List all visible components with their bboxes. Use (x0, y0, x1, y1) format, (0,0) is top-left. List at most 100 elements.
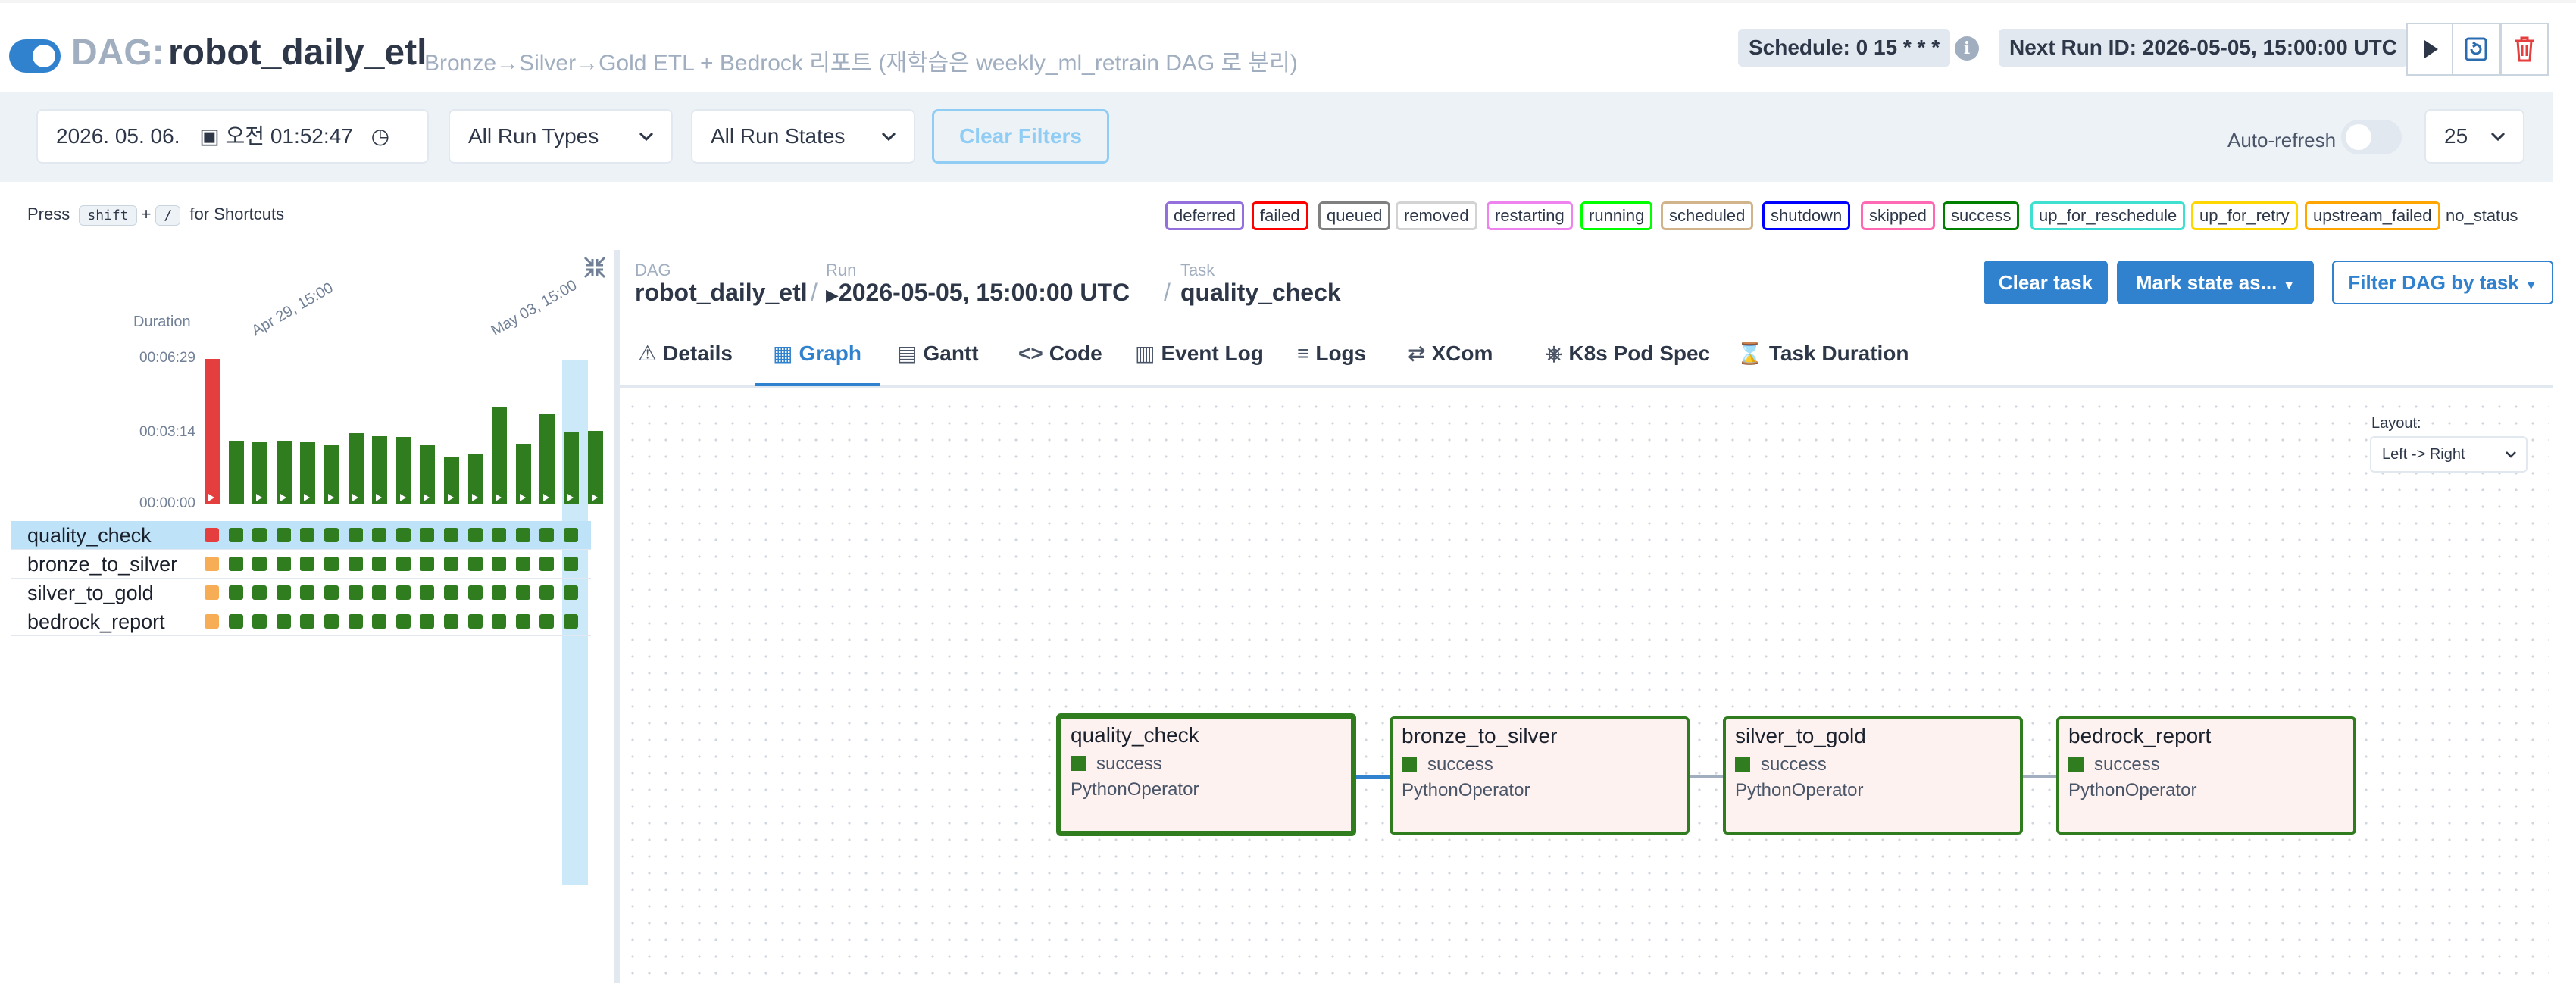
task-row-quality-check[interactable]: quality_check (11, 521, 591, 550)
task-instance-cell[interactable] (277, 614, 291, 629)
task-instance-cell[interactable] (349, 585, 363, 600)
tab-details[interactable]: ⚠ Details (638, 336, 733, 386)
task-instance-cell[interactable] (492, 614, 506, 629)
duration-bar[interactable] (324, 445, 339, 504)
task-instance-cell[interactable] (205, 557, 219, 571)
duration-bar[interactable] (468, 454, 483, 504)
task-instance-cell[interactable] (468, 528, 483, 542)
reparse-dag-button[interactable] (2452, 23, 2500, 76)
task-instance-cell[interactable] (324, 528, 339, 542)
task-instance-cell[interactable] (252, 528, 267, 542)
task-row-bedrock-report[interactable]: bedrock_report (11, 607, 591, 636)
mark-state-button[interactable]: Mark state as... ▼ (2117, 261, 2314, 304)
run-state-select[interactable]: All Run States (691, 109, 915, 164)
task-instance-cell[interactable] (492, 528, 506, 542)
dag-pause-toggle[interactable] (9, 39, 61, 73)
auto-refresh-switch[interactable] (2341, 120, 2402, 154)
task-instance-cell[interactable] (277, 585, 291, 600)
task-row-bronze-to-silver[interactable]: bronze_to_silver (11, 550, 591, 579)
duration-bar[interactable] (444, 457, 459, 504)
duration-bar[interactable] (588, 431, 603, 504)
duration-bar[interactable] (396, 437, 411, 504)
task-instance-cell[interactable] (372, 557, 386, 571)
task-instance-cell[interactable] (229, 585, 243, 600)
trigger-dag-button[interactable] (2406, 23, 2455, 76)
task-instance-cell[interactable] (300, 585, 314, 600)
duration-bar[interactable] (349, 433, 364, 504)
clear-filters-button[interactable]: Clear Filters (932, 109, 1109, 164)
task-instance-cell[interactable] (205, 585, 219, 600)
task-instance-cell[interactable] (229, 528, 243, 542)
task-instance-cell[interactable] (277, 557, 291, 571)
task-instance-cell[interactable] (372, 585, 386, 600)
tab-event-log[interactable]: ▥ Event Log (1135, 336, 1264, 386)
task-instance-cell[interactable] (468, 585, 483, 600)
task-row-silver-to-gold[interactable]: silver_to_gold (11, 579, 591, 607)
collapse-icon[interactable] (583, 256, 606, 279)
task-instance-cell[interactable] (205, 614, 219, 629)
layout-select[interactable]: Left -> Right (2370, 436, 2528, 473)
tab-task-duration[interactable]: ⌛ Task Duration (1737, 336, 1909, 386)
tab-code[interactable]: <> Code (1018, 336, 1102, 386)
run-type-select[interactable]: All Run Types (449, 109, 673, 164)
task-instance-cell[interactable] (564, 614, 578, 629)
info-icon[interactable]: i (1955, 36, 1979, 61)
task-instance-cell[interactable] (420, 557, 434, 571)
task-instance-cell[interactable] (420, 528, 434, 542)
tab-graph[interactable]: ▦ Graph (755, 336, 880, 386)
task-instance-cell[interactable] (324, 585, 339, 600)
task-instance-cell[interactable] (205, 528, 219, 542)
task-instance-cell[interactable] (564, 528, 578, 542)
task-instance-cell[interactable] (324, 557, 339, 571)
task-instance-cell[interactable] (252, 557, 267, 571)
task-instance-cell[interactable] (468, 614, 483, 629)
task-instance-cell[interactable] (300, 557, 314, 571)
duration-bar[interactable] (300, 442, 315, 504)
task-instance-cell[interactable] (252, 614, 267, 629)
delete-dag-button[interactable] (2500, 23, 2549, 76)
task-instance-cell[interactable] (396, 557, 411, 571)
task-instance-cell[interactable] (300, 528, 314, 542)
task-instance-cell[interactable] (349, 528, 363, 542)
task-instance-cell[interactable] (277, 528, 291, 542)
crumb-run[interactable]: ▶2026-05-05, 15:00:00 UTC (826, 279, 1130, 307)
task-instance-cell[interactable] (396, 614, 411, 629)
task-instance-cell[interactable] (300, 614, 314, 629)
panel-resizer[interactable] (614, 250, 620, 983)
duration-bar[interactable] (229, 441, 244, 504)
task-instance-cell[interactable] (444, 614, 458, 629)
task-instance-cell[interactable] (516, 528, 530, 542)
duration-bar[interactable] (252, 442, 267, 504)
crumb-task[interactable]: quality_check (1180, 279, 1341, 307)
task-instance-cell[interactable] (444, 585, 458, 600)
graph-node-silver-to-gold[interactable]: silver_to_gold success PythonOperator (1723, 716, 2023, 835)
task-instance-cell[interactable] (444, 528, 458, 542)
graph-node-quality-check[interactable]: quality_check success PythonOperator (1056, 713, 1356, 836)
tab-k8s-pod-spec[interactable]: ⎈ K8s Pod Spec (1546, 336, 1710, 386)
task-instance-cell[interactable] (539, 557, 554, 571)
clear-task-button[interactable]: Clear task (1984, 261, 2108, 304)
task-instance-cell[interactable] (372, 614, 386, 629)
task-instance-cell[interactable] (349, 614, 363, 629)
filter-dag-button[interactable]: Filter DAG by task ▼ (2332, 261, 2553, 304)
duration-bar[interactable] (277, 441, 292, 504)
task-instance-cell[interactable] (492, 557, 506, 571)
task-instance-cell[interactable] (564, 585, 578, 600)
task-instance-cell[interactable] (539, 528, 554, 542)
base-date-input[interactable]: 2026. 05. 06. ▣ 오전 01:52:47 ◷ (36, 109, 429, 164)
task-instance-cell[interactable] (516, 557, 530, 571)
task-instance-cell[interactable] (324, 614, 339, 629)
num-runs-select[interactable]: 25 (2424, 109, 2524, 164)
task-instance-cell[interactable] (229, 614, 243, 629)
task-instance-cell[interactable] (516, 585, 530, 600)
duration-bar[interactable] (372, 436, 387, 504)
duration-bar[interactable] (516, 444, 531, 504)
task-instance-cell[interactable] (420, 585, 434, 600)
duration-bar[interactable] (564, 432, 579, 504)
task-instance-cell[interactable] (492, 585, 506, 600)
graph-node-bronze-to-silver[interactable]: bronze_to_silver success PythonOperator (1390, 716, 1690, 835)
task-instance-cell[interactable] (468, 557, 483, 571)
duration-bar[interactable] (205, 359, 220, 504)
task-instance-cell[interactable] (539, 614, 554, 629)
task-instance-cell[interactable] (396, 528, 411, 542)
